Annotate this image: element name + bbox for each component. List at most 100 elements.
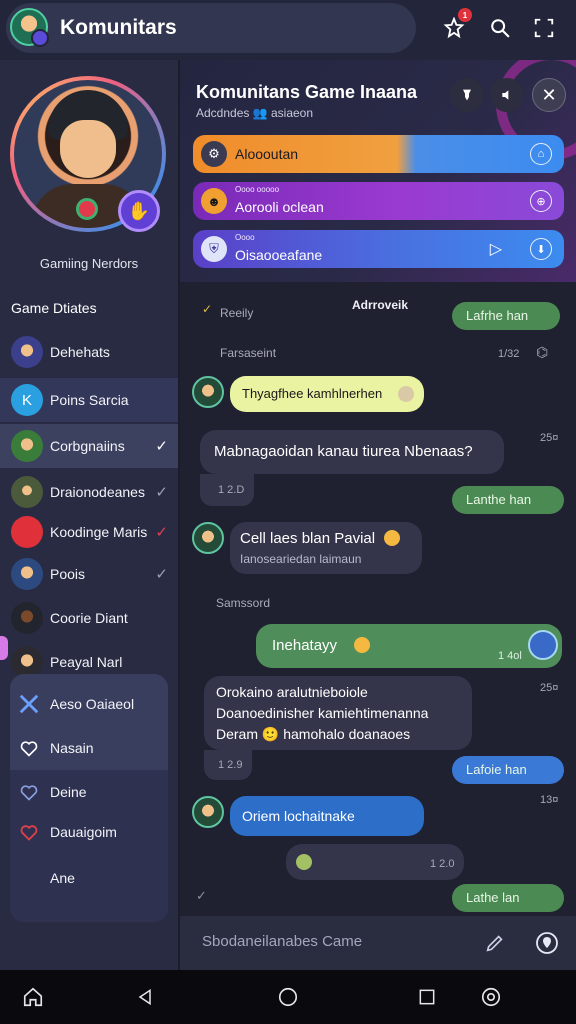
system-message: Adrroveik [352, 298, 409, 312]
reaction-label[interactable]: Lafoie han [452, 756, 564, 784]
timestamp: 25¤ [540, 682, 559, 694]
timestamp: 25¤ [540, 432, 559, 444]
menu-item[interactable]: Deine [10, 772, 168, 812]
guild-badge-icon: ✋ [118, 190, 160, 232]
home-icon[interactable] [20, 984, 46, 1010]
message-bubble[interactable]: Oriem lochaitnake [230, 796, 424, 836]
sidebar-item[interactable]: K Poins Sarcia [0, 378, 178, 422]
avatar[interactable] [528, 630, 558, 660]
sidebar-item-label: Poins Sarcia [50, 392, 129, 408]
chat-panel: Komunitans Game Inaana Adcdndes 👥 asiaeo… [180, 60, 576, 970]
system-message: Reeily [220, 306, 254, 320]
sidebar-section-title: Game Dtiates [11, 300, 97, 316]
event-banner[interactable]: ☻ Oooo ooooo Aorooli oclean ⊕ [193, 182, 564, 220]
sidebar-item[interactable]: Coorie Diant [0, 596, 178, 640]
message-bubble[interactable]: Mabnagaoidan kanau tiurea Nbenaas? [200, 430, 504, 474]
pin-icon[interactable] [450, 78, 484, 112]
event-banner[interactable]: ⛨ Oooo Oisaooeafane ▷ ⬇ [193, 230, 564, 268]
shield-icon: ⛨ [201, 236, 227, 262]
hero-icon: ☻ [201, 188, 227, 214]
message-text: Cell laes blan Pavial [240, 530, 376, 547]
sidebar-item-label: Corbgnaiins [50, 438, 125, 454]
message-bubble[interactable]: Cell laes blan Pavial Ianoseariedan laim… [230, 522, 422, 574]
user-avatar[interactable] [10, 8, 49, 47]
reaction-label[interactable]: Lanthe han [452, 486, 564, 514]
menu-item-label: Nasain [50, 740, 94, 756]
home-button-icon[interactable] [275, 984, 301, 1010]
assistant-icon[interactable] [478, 984, 504, 1010]
camera-icon[interactable]: ⌬ [536, 344, 548, 361]
group-subtitle: Adcdndes 👥 asiaeon [196, 106, 314, 120]
menu-item-label: Aeso Oaiaeol [50, 696, 135, 712]
side-drawer-handle[interactable] [0, 636, 8, 660]
emoji-icon [354, 637, 370, 653]
avatar[interactable] [192, 522, 224, 554]
sidebar: ✋ Gamiing Nerdors Game Dtiates Dehehats … [0, 60, 178, 970]
download-icon[interactable]: ⬇ [530, 238, 552, 260]
event-banner[interactable]: ⚙ Aloooutan ⌂ [193, 135, 564, 173]
avatar[interactable] [192, 376, 224, 408]
avatar [11, 516, 43, 548]
heart-icon [18, 737, 40, 759]
emoji-icon [398, 386, 414, 402]
sidebar-item-label: Coorie Diant [50, 610, 128, 626]
message-bubble-outgoing[interactable]: Inehatayy 1 4ol [256, 624, 562, 668]
sidebar-item-label: Poois [50, 566, 86, 582]
avatar[interactable] [192, 796, 224, 828]
banner-small-label: Oooo ooooo [235, 185, 280, 194]
reaction-label[interactable]: Lathe lan [452, 884, 564, 912]
message-text: Inehatayy [272, 637, 338, 654]
pen-icon[interactable] [480, 928, 510, 958]
sidebar-item-label: Peayal Narl [50, 654, 123, 670]
search-icon[interactable] [486, 14, 514, 42]
menu-item[interactable]: Ane [10, 858, 168, 898]
sidebar-item[interactable]: Dehehats [0, 330, 178, 374]
message-bubble[interactable]: Orokaino aralutnieboiole Doanoedinisher … [204, 676, 472, 750]
menu-item[interactable]: Aeso Oaiaeol [10, 684, 168, 724]
heart-outline-icon [18, 781, 40, 803]
banner-small-label: Oooo [235, 233, 255, 242]
settings-icon[interactable]: ⊕ [530, 190, 552, 212]
emoji-icon [296, 854, 312, 870]
crossed-swords-icon [18, 693, 40, 715]
timestamp: 1 4ol [498, 650, 522, 662]
info-icon[interactable]: ⌂ [530, 143, 552, 165]
message-text: Thyagfhee kamhlnerhen [242, 386, 383, 401]
location-icon[interactable] [532, 928, 562, 958]
avatar [11, 476, 43, 508]
play-icon[interactable]: ▷ [490, 239, 502, 259]
message-bubble[interactable]: Thyagfhee kamhlnerhen [230, 376, 424, 412]
message-meta: 1 2.D [200, 474, 254, 506]
timestamp: 1/32 [498, 348, 520, 360]
message-list: ✓ Reeily Adrroveik Lafrhe han Farsaseint… [180, 282, 576, 916]
timestamp: 1 2.9 [218, 759, 243, 771]
message-bubble[interactable]: 1 2.0 [286, 844, 464, 880]
back-icon[interactable] [132, 984, 158, 1010]
sidebar-item[interactable]: Draionodeanes ✓ [0, 470, 178, 514]
message-text: Orokaino aralutnieboiole [216, 684, 368, 700]
sidebar-item-label: Koodinge Maris [50, 524, 148, 540]
mute-icon[interactable] [490, 78, 524, 112]
menu-item-label: Dauaigoim [50, 824, 117, 840]
notifications-icon[interactable]: 1 [440, 8, 472, 42]
close-icon[interactable]: ✕ [532, 78, 566, 112]
label-text: Lathe lan [466, 890, 520, 905]
check-icon: ✓ [155, 438, 168, 455]
sidebar-item[interactable]: Corbgnaiins ✓ [0, 424, 178, 468]
group-title: Komunitans Game Inaana [196, 82, 418, 102]
menu-item[interactable]: Dauaigoim [10, 812, 168, 852]
message-meta: 1 2.9 [204, 750, 252, 780]
system-navigation-bar [0, 970, 576, 1024]
sidebar-item[interactable]: Koodinge Maris ✓ [0, 510, 178, 554]
menu-item[interactable]: Nasain [10, 728, 168, 768]
message-input[interactable]: Sbodaneilanabes Came [202, 933, 362, 950]
reaction-label[interactable]: Lafrhe han [452, 302, 560, 330]
sidebar-item-label: Dehehats [50, 344, 110, 360]
banner-label: Aloooutan [235, 146, 299, 162]
avatar [11, 602, 43, 634]
sidebar-item[interactable]: Poois ✓ [0, 552, 178, 596]
check-icon: ✓ [155, 484, 168, 501]
message-composer: Sbodaneilanabes Came [180, 916, 576, 970]
expand-icon[interactable] [530, 14, 558, 42]
recents-icon[interactable] [414, 984, 440, 1010]
